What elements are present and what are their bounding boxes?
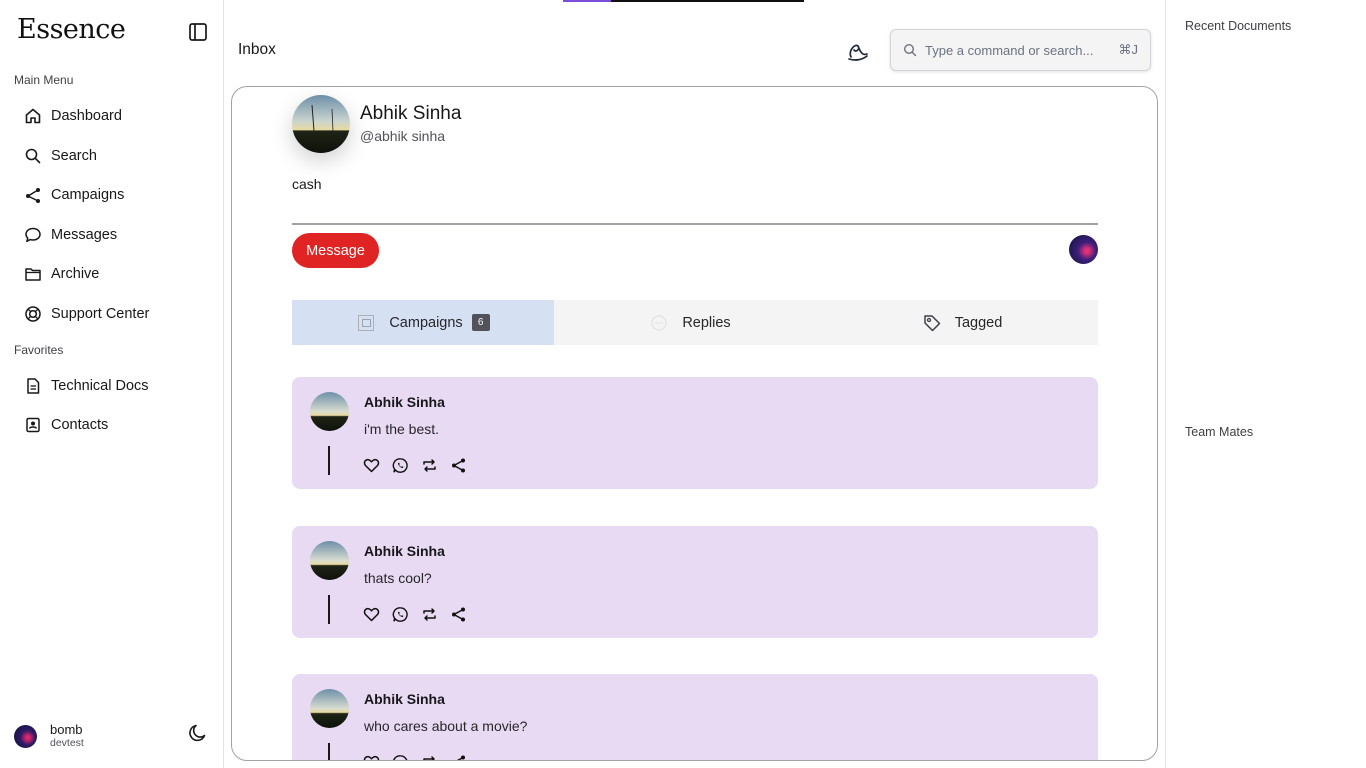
post-actions: [363, 606, 479, 623]
folder-icon: [23, 265, 42, 284]
heart-icon[interactable]: [363, 606, 380, 623]
share-icon[interactable]: [450, 457, 467, 474]
count-badge: 6: [471, 314, 490, 331]
brand-mark-icon: [845, 38, 871, 64]
tab-campaigns[interactable]: Campaigns 6: [292, 300, 554, 345]
replies-icon: [649, 313, 669, 333]
search-icon: [903, 43, 917, 57]
sidebar-toggle-icon[interactable]: [187, 21, 209, 43]
post-card[interactable]: Abhik Sinha thats cool?: [292, 526, 1098, 638]
tab-label: Campaigns: [389, 314, 463, 331]
sidebar-item-label: Campaigns: [51, 187, 125, 203]
tab-replies[interactable]: Replies: [554, 300, 826, 345]
whatsapp-icon[interactable]: [392, 457, 409, 474]
tag-icon: [922, 313, 942, 333]
avatar[interactable]: [310, 689, 349, 728]
app-logo[interactable]: Essence: [17, 14, 126, 45]
sidebar-item-label: Technical Docs: [51, 378, 149, 394]
command-input[interactable]: [925, 42, 1110, 58]
avatar[interactable]: [310, 541, 349, 580]
profile-name: Abhik Sinha: [360, 103, 462, 124]
message-button[interactable]: Message: [292, 233, 379, 268]
loading-progress-bar: [563, 0, 804, 2]
post-author: Abhik Sinha: [364, 543, 445, 559]
chat-bubble-icon: [23, 226, 42, 245]
user-profile[interactable]: bomb devtest: [14, 722, 84, 750]
profile-bio: cash: [292, 176, 322, 192]
thread-line: [328, 446, 330, 475]
profile-panel: Abhik Sinha @abhik sinha cash Message Ca…: [231, 86, 1158, 761]
sidebar-item-search[interactable]: Search: [14, 139, 210, 173]
post-text: i'm the best.: [364, 421, 440, 437]
avatar[interactable]: [310, 392, 349, 431]
tab-label: Replies: [682, 314, 731, 331]
sidebar-item-campaigns[interactable]: Campaigns: [14, 178, 210, 212]
home-icon: [23, 107, 42, 126]
share-nodes-icon: [23, 186, 42, 205]
heart-icon[interactable]: [363, 457, 380, 474]
avatar[interactable]: [1069, 235, 1098, 264]
sidebar: Essence Main Menu Dashboard Search Campa…: [0, 0, 224, 768]
right-sidebar: Recent Documents Team Mates: [1165, 0, 1366, 768]
avatar: [14, 724, 37, 748]
post-author: Abhik Sinha: [364, 394, 445, 410]
lifebuoy-icon: [23, 305, 42, 324]
post-card[interactable]: Abhik Sinha who cares about a movie?: [292, 674, 1098, 760]
sidebar-item-label: Support Center: [51, 306, 150, 322]
post-author: Abhik Sinha: [364, 691, 445, 707]
repost-icon[interactable]: [421, 606, 438, 623]
post-actions: [363, 754, 479, 760]
search-icon: [23, 147, 42, 166]
heart-icon[interactable]: [363, 754, 380, 760]
sidebar-item-label: Dashboard: [51, 108, 122, 124]
sidebar-item-dashboard[interactable]: Dashboard: [14, 99, 210, 133]
thread-line: [328, 743, 330, 760]
page-title: Inbox: [238, 41, 276, 58]
moon-icon[interactable]: [187, 722, 209, 744]
share-icon[interactable]: [450, 606, 467, 623]
progress-fill: [563, 0, 612, 2]
tab-label: Tagged: [954, 314, 1003, 331]
sidebar-item-support-center[interactable]: Support Center: [14, 297, 210, 331]
thread-line: [328, 595, 330, 624]
post-actions: [363, 457, 479, 474]
whatsapp-icon[interactable]: [392, 606, 409, 623]
divider: [292, 223, 1098, 225]
user-subtitle: devtest: [50, 737, 84, 749]
document-icon: [23, 377, 42, 396]
share-icon[interactable]: [450, 754, 467, 760]
sidebar-item-label: Messages: [51, 227, 118, 243]
post-text: who cares about a movie?: [364, 718, 528, 734]
user-name: bomb: [50, 722, 83, 737]
tab-tagged[interactable]: Tagged: [826, 300, 1098, 345]
sidebar-item-messages[interactable]: Messages: [14, 218, 210, 252]
sidebar-item-label: Contacts: [51, 417, 109, 433]
post-text: thats cool?: [364, 570, 432, 586]
profile-tabs: Campaigns 6 Replies Tagged: [292, 300, 1098, 345]
sidebar-item-label: Search: [51, 148, 97, 164]
team-mates-heading: Team Mates: [1185, 425, 1254, 439]
repost-icon[interactable]: [421, 754, 438, 760]
favorites-label: Favorites: [14, 343, 64, 357]
repost-icon[interactable]: [421, 457, 438, 474]
keyboard-shortcut: ⌘J: [1118, 42, 1139, 57]
post-card[interactable]: Abhik Sinha i'm the best.: [292, 377, 1098, 489]
profile-avatar[interactable]: [292, 95, 350, 153]
sidebar-item-label: Archive: [51, 266, 100, 282]
main-menu-label: Main Menu: [14, 73, 74, 87]
broken-image-icon: [356, 313, 376, 333]
recent-documents-heading: Recent Documents: [1185, 19, 1292, 33]
sidebar-item-archive[interactable]: Archive: [14, 257, 210, 291]
command-search[interactable]: ⌘J: [890, 29, 1151, 71]
sidebar-item-technical-docs[interactable]: Technical Docs: [14, 369, 210, 403]
contact-card-icon: [23, 416, 42, 435]
sidebar-item-contacts[interactable]: Contacts: [14, 408, 210, 442]
profile-handle: @abhik sinha: [360, 128, 446, 144]
whatsapp-icon[interactable]: [392, 754, 409, 760]
